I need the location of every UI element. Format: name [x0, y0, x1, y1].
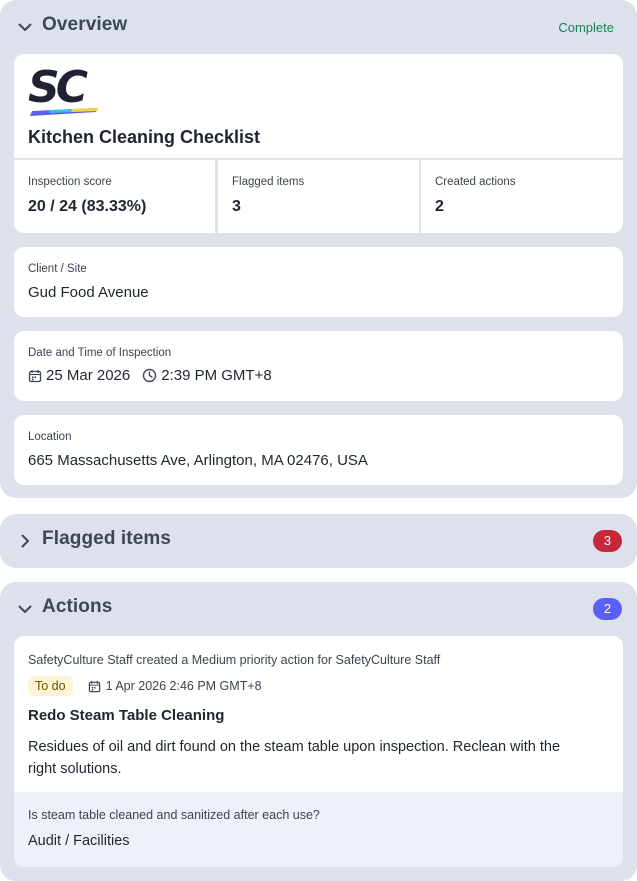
action-status-row: To do 1 Apr 2026 2:46 PM GMT+8 — [28, 676, 262, 696]
actions-count-badge: 2 — [593, 598, 622, 620]
svg-text:SC: SC — [28, 66, 88, 113]
checklist-header-card: SC Kitchen Cleaning Checklist — [14, 54, 623, 158]
location-label: Location — [28, 431, 72, 443]
chevron-down-icon — [18, 605, 32, 613]
overview-title: Overview — [42, 14, 128, 35]
location-card: Location 665 Massachusetts Ave, Arlingto… — [14, 415, 623, 485]
location-value: 665 Massachusetts Ave, Arlington, MA 024… — [28, 452, 368, 469]
flagged-count-badge: 3 — [593, 530, 622, 552]
actions-section: Actions 2 SafetyCulture Staff created a … — [0, 582, 637, 881]
chevron-right-icon — [21, 534, 29, 548]
action-due-date: 1 Apr 2026 2:46 PM GMT+8 — [105, 679, 262, 693]
stat-value: 20 / 24 (83.33%) — [28, 198, 147, 215]
actions-header[interactable]: Actions 2 — [0, 582, 637, 636]
todo-status-badge: To do — [28, 676, 73, 696]
inspection-date: 25 Mar 2026 — [46, 367, 131, 384]
chevron-down-icon — [18, 23, 32, 31]
overview-header[interactable]: Overview Complete — [0, 0, 637, 54]
safetyculture-logo: SC — [28, 66, 98, 116]
actions-title: Actions — [42, 596, 113, 617]
stat-label: Created actions — [435, 176, 516, 188]
stat-label: Flagged items — [232, 176, 305, 188]
overview-section: Overview Complete SC Kitchen Cleaning Ch… — [0, 0, 637, 498]
flagged-items-title: Flagged items — [42, 528, 172, 549]
action-title: Redo Steam Table Cleaning — [28, 707, 225, 724]
stat-value: 2 — [435, 198, 444, 215]
action-description-line: right solutions. — [28, 761, 122, 777]
stat-inspection-score: Inspection score 20 / 24 (83.33%) — [14, 160, 215, 233]
clock-icon — [143, 368, 157, 383]
flagged-items-header[interactable]: Flagged items 3 — [0, 514, 637, 568]
action-category: Audit / Facilities — [28, 833, 130, 849]
stat-created-actions: Created actions 2 — [421, 160, 623, 233]
datetime-card: Date and Time of Inspection 25 Mar 2026 … — [14, 331, 623, 401]
datetime-value-row: 25 Mar 2026 2:39 PM GMT+8 — [28, 367, 272, 384]
client-site-label: Client / Site — [28, 263, 87, 275]
action-meta: SafetyCulture Staff created a Medium pri… — [28, 653, 441, 667]
checklist-title: Kitchen Cleaning Checklist — [28, 127, 261, 147]
calendar-icon — [88, 680, 100, 692]
action-question-panel[interactable]: Is steam table cleaned and sanitized aft… — [14, 792, 623, 867]
action-card[interactable]: SafetyCulture Staff created a Medium pri… — [14, 636, 623, 867]
client-site-value: Gud Food Avenue — [28, 284, 149, 301]
inspection-time: 2:39 PM GMT+8 — [161, 367, 272, 384]
action-description-line: Residues of oil and dirt found on the st… — [28, 739, 561, 755]
stat-flagged-items: Flagged items 3 — [218, 160, 419, 233]
action-description: Residues of oil and dirt found on the st… — [28, 736, 613, 780]
stat-value: 3 — [232, 198, 241, 215]
datetime-label: Date and Time of Inspection — [28, 347, 172, 359]
action-question: Is steam table cleaned and sanitized aft… — [28, 808, 320, 822]
calendar-icon — [28, 369, 42, 382]
status-badge: Complete — [558, 20, 614, 35]
flagged-items-section[interactable]: Flagged items 3 — [0, 514, 637, 568]
stat-label: Inspection score — [28, 176, 112, 188]
client-site-card: Client / Site Gud Food Avenue — [14, 247, 623, 317]
